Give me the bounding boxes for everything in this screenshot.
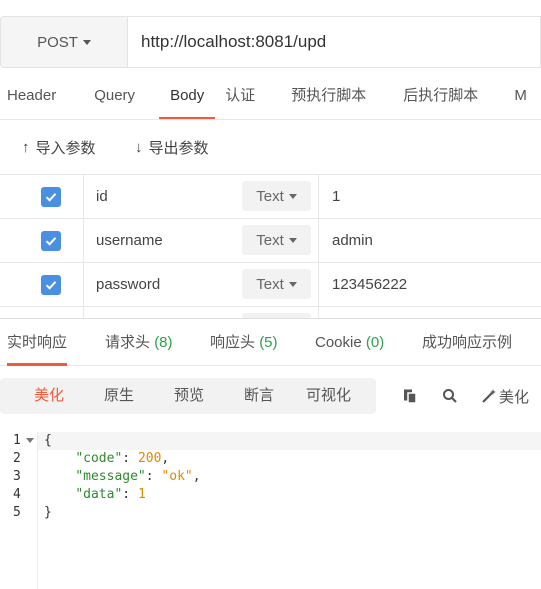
json-key: "code" xyxy=(75,451,123,466)
beautify-tool-label: 美化 xyxy=(499,388,530,406)
table-row: username Text admin xyxy=(0,219,541,263)
tab-auth[interactable]: 认证 xyxy=(225,72,255,119)
check-icon xyxy=(45,193,57,202)
beautify-tool-button[interactable]: 美化 xyxy=(481,378,529,414)
param-type-select[interactable]: Text xyxy=(242,225,311,255)
json-value: 1 xyxy=(137,487,146,502)
request-tabs: Header Query Body 认证 预执行脚本 后执行脚本 M xyxy=(0,72,541,120)
tab-request-headers[interactable]: 请求头 (8) xyxy=(105,319,173,366)
tab-pre-script[interactable]: 预执行脚本 xyxy=(291,72,366,119)
param-type-select[interactable]: Text xyxy=(242,181,311,211)
json-value: 200 xyxy=(137,451,162,466)
preview-button[interactable]: 预览 xyxy=(174,378,204,414)
chevron-down-icon xyxy=(288,281,297,287)
export-params-button[interactable]: ↓ 导出参数 xyxy=(135,137,209,158)
code-line: } xyxy=(44,505,52,520)
chevron-down-icon xyxy=(288,237,297,243)
line-number: 1 xyxy=(13,433,21,448)
param-name[interactable]: id xyxy=(96,175,108,218)
check-icon xyxy=(45,281,57,290)
code-line: "data": 1 xyxy=(75,487,146,502)
visualize-button[interactable]: 可视化 xyxy=(306,378,351,414)
table-row: id Text 1 xyxy=(0,175,541,219)
param-type-select[interactable]: Text xyxy=(242,269,311,299)
assert-button[interactable]: 断言 xyxy=(244,378,274,414)
param-value[interactable]: 123456222 xyxy=(318,263,541,306)
search-icon[interactable] xyxy=(442,378,458,414)
tab-label: Cookie xyxy=(315,334,362,351)
copy-icon[interactable] xyxy=(402,378,418,414)
json-key: "message" xyxy=(75,469,146,484)
tab-label: 实时响应 xyxy=(7,334,68,351)
json-value: "ok" xyxy=(161,469,193,484)
tab-cookie[interactable]: Cookie (0) xyxy=(315,319,384,366)
row-checkbox[interactable] xyxy=(41,231,61,251)
param-value[interactable]: 1 xyxy=(318,175,541,218)
fold-toggle-icon[interactable] xyxy=(26,438,34,443)
magic-wand-icon xyxy=(482,389,496,403)
line-number: 3 xyxy=(13,469,21,484)
json-key: "data" xyxy=(75,487,123,502)
tab-body[interactable]: Body xyxy=(159,72,216,119)
param-name[interactable]: password xyxy=(96,263,160,306)
line-number: 5 xyxy=(13,505,21,520)
response-tabs: 实时响应 请求头 (8) 响应头 (5) Cookie (0) 成功响应示例 xyxy=(0,318,541,366)
line-number: 2 xyxy=(13,451,21,466)
param-value[interactable] xyxy=(318,307,541,318)
param-type-label: Text xyxy=(256,187,284,205)
count-badge: (0) xyxy=(365,334,385,351)
tab-header[interactable]: Header xyxy=(7,72,56,119)
param-name[interactable]: username xyxy=(96,219,163,262)
chevron-down-icon xyxy=(288,193,297,199)
view-mode-toolbar: 美化 原生 预览 断言 可视化 xyxy=(0,378,376,414)
line-gutter: 1 2 3 4 5 xyxy=(0,432,38,589)
import-label: 导入参数 xyxy=(35,139,96,157)
import-params-button[interactable]: ↑ 导入参数 xyxy=(22,137,96,158)
check-icon xyxy=(45,237,57,246)
count-badge: (5) xyxy=(259,334,278,351)
code-line: "message": "ok", xyxy=(75,469,201,484)
tab-query[interactable]: Query xyxy=(94,72,135,119)
tab-label: 成功响应示例 xyxy=(422,334,513,351)
param-type-label: Text xyxy=(256,231,284,249)
param-type-label: Text xyxy=(256,275,284,293)
row-checkbox[interactable] xyxy=(41,187,61,207)
arrow-up-icon: ↑ xyxy=(22,138,30,156)
tab-label: 响应头 xyxy=(210,334,256,351)
tab-realtime-response[interactable]: 实时响应 xyxy=(7,319,68,366)
tab-success-example[interactable]: 成功响应示例 xyxy=(422,319,512,366)
request-bar: POST http://localhost:8081/upd xyxy=(0,16,541,68)
method-select[interactable]: POST xyxy=(0,16,128,68)
export-label: 导出参数 xyxy=(148,139,209,157)
raw-view-button[interactable]: 原生 xyxy=(104,378,134,414)
count-badge: (8) xyxy=(154,334,173,351)
active-line-highlight xyxy=(38,432,541,450)
response-body-editor[interactable]: 1 2 3 4 5 { "code": 200, "message": "ok"… xyxy=(0,432,541,589)
table-row: password Text 123456222 xyxy=(0,263,541,307)
param-value[interactable]: admin xyxy=(318,219,541,262)
method-label: POST xyxy=(37,33,78,51)
url-input[interactable]: http://localhost:8081/upd xyxy=(128,16,541,68)
table-row xyxy=(0,307,541,318)
code-line: { xyxy=(44,433,52,448)
chevron-down-icon xyxy=(82,39,91,45)
tab-post-script[interactable]: 后执行脚本 xyxy=(403,72,478,119)
code-line: "code": 200, xyxy=(75,451,170,466)
tab-more[interactable]: M xyxy=(514,72,527,119)
row-checkbox[interactable] xyxy=(41,275,61,295)
line-number: 4 xyxy=(13,487,21,502)
tab-response-headers[interactable]: 响应头 (5) xyxy=(210,319,278,366)
beautify-view-button[interactable]: 美化 xyxy=(34,378,64,414)
arrow-down-icon: ↓ xyxy=(135,138,143,156)
params-table: id Text 1 username Text admin password T… xyxy=(0,174,541,318)
tab-label: 请求头 xyxy=(105,334,151,351)
